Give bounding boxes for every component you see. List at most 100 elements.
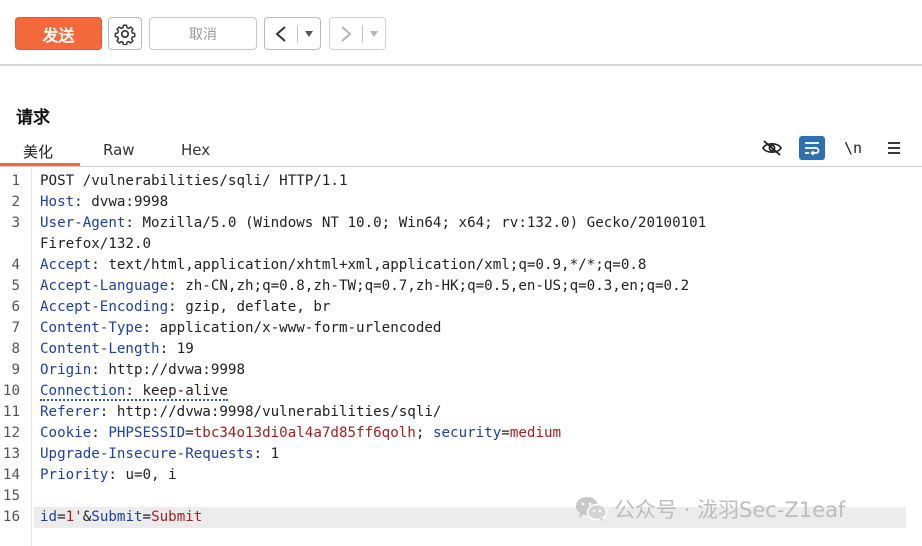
back-button[interactable] xyxy=(265,18,297,49)
send-button[interactable]: 发送 xyxy=(15,17,102,50)
header-pair: Accept-Language: zh-CN,zh;q=0.8,zh-TW;q=… xyxy=(40,278,689,294)
header-pair: Origin: http://dvwa:9998 xyxy=(40,362,245,378)
line-content: Accept: text/html,application/xhtml+xml,… xyxy=(40,255,646,276)
header-name: Accept xyxy=(40,257,92,273)
watermark: 公众号 · 泷羽Sec-Z1eaf xyxy=(574,494,845,524)
forward-button[interactable] xyxy=(330,18,362,49)
line-number: 4 xyxy=(11,257,20,273)
line-content: Origin: http://dvwa:9998 xyxy=(40,360,245,381)
forward-history-dropdown[interactable] xyxy=(363,18,385,49)
code-line: 5 Accept-Language: zh-CN,zh;q=0.8,zh-TW;q… xyxy=(0,276,922,297)
request-editor[interactable]: 1 POST /vulnerabilities/sqli/ HTTP/1.1 2 Ho… xyxy=(0,168,922,546)
caret-down-icon xyxy=(305,30,313,37)
header-pair: Connection: keep-alive xyxy=(40,383,228,401)
toolbar: 发送 取消 xyxy=(0,0,922,66)
cancel-button[interactable]: 取消 xyxy=(149,17,257,50)
hide-nonprintable-button[interactable] xyxy=(759,136,785,160)
line-content: Referer: http://dvwa:9998/vulnerabilitie… xyxy=(40,402,441,423)
code-line: 12 Cookie: PHPSESSID=tbc34o13di0al4a7d85f… xyxy=(0,423,922,444)
header-value: u=0, i xyxy=(125,467,177,483)
header-colon: : xyxy=(168,299,186,315)
line-number: 14 xyxy=(2,467,20,483)
show-newlines-button[interactable]: \n xyxy=(840,136,866,160)
line-content: Accept-Language: zh-CN,zh;q=0.8,zh-TW;q=… xyxy=(40,276,689,297)
line-content: Firefox/132.0 xyxy=(40,234,151,255)
param-equals: = xyxy=(142,509,152,525)
wrap-lines-icon xyxy=(805,142,820,156)
line-number: 13 xyxy=(2,446,20,462)
code-line: 4 Accept: text/html,application/xhtml+xml… xyxy=(0,255,922,276)
cookie-value: tbc34o13di0al4a7d85ff6qolh xyxy=(193,425,416,441)
header-colon: : xyxy=(91,362,109,378)
wrap-lines-button[interactable] xyxy=(799,136,825,160)
header-value: dvwa:9998 xyxy=(91,194,169,210)
tab-pretty[interactable]: 美化 xyxy=(23,141,53,162)
header-name: Content-Length xyxy=(40,341,160,357)
line-content: Connection: keep-alive xyxy=(40,381,228,402)
header-colon: : xyxy=(74,194,92,210)
back-nav-group xyxy=(264,17,321,50)
code-line: 8 Content-Length: 19 xyxy=(0,339,922,360)
header-pair: Upgrade-Insecure-Requests: 1 xyxy=(40,446,279,462)
param-name: id xyxy=(40,509,58,525)
header-pair: Content-Type: application/x-www-form-url… xyxy=(40,320,441,336)
line-content: Upgrade-Insecure-Requests: 1 xyxy=(40,444,279,465)
header-value: gzip, deflate, br xyxy=(185,299,331,315)
tab-hex[interactable]: Hex xyxy=(181,141,210,159)
menu-button[interactable] xyxy=(881,136,907,160)
settings-button[interactable] xyxy=(108,17,142,50)
header-pair: Cookie: PHPSESSID=tbc34o13di0al4a7d85ff6… xyxy=(40,425,561,441)
line-text: POST /vulnerabilities/sqli/ HTTP/1.1 xyxy=(40,173,348,189)
header-value: 1 xyxy=(270,446,280,462)
cookie-equals: = xyxy=(185,425,194,441)
line-content: Content-Type: application/x-www-form-url… xyxy=(40,318,441,339)
code-line: 2 Host: dvwa:9998 xyxy=(0,192,922,213)
header-value: keep-alive xyxy=(142,383,228,399)
header-pair: Accept: text/html,application/xhtml+xml,… xyxy=(40,257,646,273)
code-line: 6 Accept-Encoding: gzip, deflate, br xyxy=(0,297,922,318)
chevron-right-icon xyxy=(341,25,352,42)
line-content: Priority: u=0, i xyxy=(40,465,177,486)
line-number: 6 xyxy=(11,299,20,315)
line-number: 12 xyxy=(2,425,20,441)
code-line: 10 Connection: keep-alive xyxy=(0,381,922,402)
header-name: Content-Type xyxy=(40,320,143,336)
header-colon: : xyxy=(168,278,186,294)
header-colon: : xyxy=(99,404,117,420)
line-content: id=1'&Submit=Submit xyxy=(40,507,202,528)
hamburger-menu-icon xyxy=(888,142,900,154)
code-line: 1 POST /vulnerabilities/sqli/ HTTP/1.1 xyxy=(0,171,922,192)
header-colon: : xyxy=(125,383,143,399)
cookie-separator: ; xyxy=(415,425,433,441)
line-number: 2 xyxy=(11,194,20,210)
line-content: POST /vulnerabilities/sqli/ HTTP/1.1 xyxy=(40,171,348,192)
line-content: Accept-Encoding: gzip, deflate, br xyxy=(40,297,330,318)
wechat-logo-icon xyxy=(576,497,608,522)
header-value: http://dvwa:9998/vulnerabilities/sqli/ xyxy=(116,404,442,420)
code-line: 11 Referer: http://dvwa:9998/vulnerabilit… xyxy=(0,402,922,423)
line-number: 9 xyxy=(11,362,20,378)
cookie-name: security xyxy=(432,425,502,441)
header-pair: Host: dvwa:9998 xyxy=(40,194,168,210)
tab-raw[interactable]: Raw xyxy=(103,141,135,159)
header-value: 19 xyxy=(176,341,194,357)
line-number: 15 xyxy=(2,488,20,504)
active-tab-indicator xyxy=(0,163,80,166)
header-colon: : xyxy=(108,467,126,483)
header-colon: : xyxy=(142,320,160,336)
caret-down-icon xyxy=(370,30,378,37)
line-text: Firefox/132.0 xyxy=(40,236,152,252)
back-history-dropdown[interactable] xyxy=(298,18,320,49)
header-value: text/html,application/xhtml+xml,applicat… xyxy=(108,257,647,273)
header-name: Cookie xyxy=(40,425,92,441)
code-line: 7 Content-Type: application/x-www-form-ur… xyxy=(0,318,922,339)
header-name: Host xyxy=(40,194,75,210)
header-name: User-Agent xyxy=(40,215,126,231)
line-number: 1 xyxy=(11,173,20,189)
header-colon: : xyxy=(91,425,109,441)
line-number: 5 xyxy=(11,278,20,294)
param-separator: & xyxy=(82,509,92,525)
header-name: Accept-Encoding xyxy=(40,299,169,315)
header-colon: : xyxy=(253,446,271,462)
code-line: Firefox/132.0 xyxy=(0,234,922,255)
